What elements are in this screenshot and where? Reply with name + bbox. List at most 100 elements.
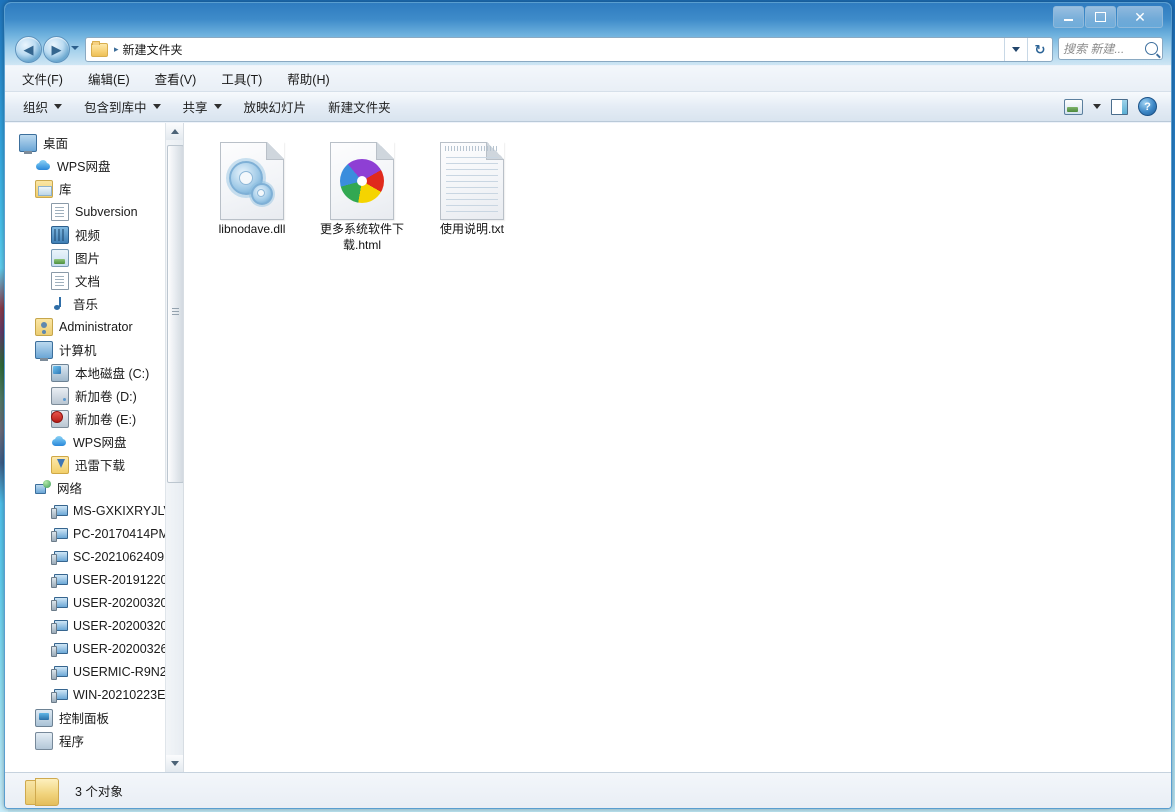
- preview-pane-icon[interactable]: [1111, 98, 1128, 115]
- computer-icon: [35, 340, 53, 361]
- sidebar-item[interactable]: 文档: [5, 269, 183, 292]
- chevron-down-icon: [54, 104, 63, 109]
- user-folder-icon: [35, 317, 53, 336]
- drive-warning-icon: [51, 409, 69, 428]
- navigation-pane-scrollbar[interactable]: [165, 123, 183, 772]
- sidebar-item-label: WPS网盘: [73, 436, 127, 450]
- sidebar-item[interactable]: 音乐: [5, 292, 183, 315]
- status-item-count: 3 个对象: [75, 785, 123, 799]
- minimize-button[interactable]: [1053, 6, 1084, 28]
- search-input[interactable]: 搜索 新建...: [1063, 40, 1145, 57]
- sidebar-item[interactable]: USER-201912201: [5, 568, 183, 591]
- sidebar-item[interactable]: USER-20200326: [5, 637, 183, 660]
- scrollbar-thumb[interactable]: [167, 145, 183, 483]
- maximize-button[interactable]: [1085, 6, 1116, 28]
- back-button[interactable]: ◀: [15, 36, 42, 63]
- scroll-up-button[interactable]: [166, 123, 183, 140]
- sidebar-item[interactable]: 库: [5, 177, 183, 200]
- document-icon: [51, 202, 69, 221]
- toolbar-new-folder-button[interactable]: 新建文件夹: [328, 97, 391, 116]
- forward-button[interactable]: ▶: [43, 36, 70, 63]
- sidebar-item[interactable]: WIN-20210223E: [5, 683, 183, 706]
- sidebar-item[interactable]: USER-20200320.: [5, 591, 183, 614]
- sidebar-item[interactable]: 桌面: [5, 131, 183, 154]
- file-name-label: 使用说明.txt: [439, 222, 504, 236]
- sidebar-item-label: USERMIC-R9N2: [73, 664, 167, 679]
- sidebar-item-label: 音乐: [73, 298, 99, 312]
- toolbar-slideshow-button[interactable]: 放映幻灯片: [244, 97, 307, 116]
- search-icon: [1145, 42, 1158, 55]
- picture-icon: [51, 248, 69, 267]
- menu-item-tools[interactable]: 工具(T): [218, 67, 265, 90]
- folder-icon: [91, 40, 108, 57]
- network-computer-icon: [51, 572, 68, 588]
- help-icon[interactable]: ?: [1138, 97, 1157, 116]
- sidebar-item[interactable]: SC-20210624091: [5, 545, 183, 568]
- sidebar-item[interactable]: Administrator: [5, 315, 183, 338]
- scroll-down-button[interactable]: [166, 755, 183, 772]
- refresh-button[interactable]: ↻: [1027, 38, 1052, 61]
- sidebar-item[interactable]: 计算机: [5, 338, 183, 361]
- cloud-icon: [51, 434, 67, 450]
- toolbar-include-in-library-button[interactable]: 包含到库中: [84, 97, 161, 116]
- sidebar-item[interactable]: 网络: [5, 476, 183, 499]
- sidebar-item[interactable]: 新加卷 (D:): [5, 384, 183, 407]
- drive-icon: [51, 386, 69, 405]
- explorer-window: ✕ ◀ ▶ ▸ 新建文件夹 ↻ 搜索 新建... 文件(F) 编辑(E) 查看(…: [4, 2, 1172, 809]
- toolbar-new-folder-label: 新建文件夹: [328, 101, 391, 115]
- thunder-download-icon: [51, 455, 69, 474]
- file-list-view[interactable]: libnodave.dll 更多系统软件下载.html 使用说明.txt: [184, 123, 1171, 772]
- status-bar: 3 个对象: [5, 772, 1171, 808]
- file-name-label: 更多系统软件下载.html: [319, 222, 404, 252]
- toolbar-share-label: 共享: [182, 101, 208, 115]
- breadcrumb[interactable]: 新建文件夹: [123, 41, 183, 58]
- sidebar-item[interactable]: USERMIC-R9N2: [5, 660, 183, 683]
- sidebar-item[interactable]: 视频: [5, 223, 183, 246]
- network-icon: [35, 479, 51, 496]
- menu-item-help[interactable]: 帮助(H): [284, 67, 332, 90]
- sidebar-item[interactable]: WPS网盘: [5, 154, 183, 177]
- chevron-down-icon[interactable]: [1093, 104, 1101, 109]
- toolbar-organize-button[interactable]: 组织: [23, 97, 63, 116]
- toolbar-slideshow-label: 放映幻灯片: [243, 101, 307, 115]
- sidebar-item[interactable]: 控制面板: [5, 706, 183, 729]
- search-box[interactable]: 搜索 新建...: [1058, 37, 1163, 60]
- desktop-monitor-icon: [19, 133, 37, 154]
- menu-item-edit[interactable]: 编辑(E): [85, 67, 133, 90]
- menu-item-file[interactable]: 文件(F): [19, 67, 66, 90]
- address-bar[interactable]: ▸ 新建文件夹 ↻: [85, 37, 1053, 62]
- sidebar-item[interactable]: 迅雷下载: [5, 453, 183, 476]
- toolbar-organize-label: 组织: [23, 101, 49, 115]
- history-dropdown-icon[interactable]: [71, 46, 79, 50]
- sidebar-item[interactable]: USER-20200320: [5, 614, 183, 637]
- system-drive-icon: [51, 363, 69, 382]
- breadcrumb-separator-icon: ▸: [114, 44, 119, 54]
- sidebar-item-label: 视频: [75, 229, 101, 243]
- sidebar-item-label: MS-GXKIXRYJLV: [73, 503, 172, 518]
- address-dropdown-button[interactable]: [1004, 38, 1027, 61]
- chevron-down-icon: [152, 104, 161, 109]
- sidebar-item[interactable]: MS-GXKIXRYJLV: [5, 499, 183, 522]
- network-computer-icon: [51, 641, 68, 657]
- video-icon: [51, 225, 69, 244]
- sidebar-item[interactable]: WPS网盘: [5, 430, 183, 453]
- sidebar-item[interactable]: 本地磁盘 (C:): [5, 361, 183, 384]
- sidebar-item[interactable]: 新加卷 (E:): [5, 407, 183, 430]
- title-bar[interactable]: ✕: [5, 3, 1171, 33]
- view-mode-icon[interactable]: [1064, 98, 1083, 115]
- sidebar-item-label: 迅雷下载: [75, 459, 126, 473]
- file-item[interactable]: libnodave.dll: [198, 137, 306, 253]
- close-button[interactable]: ✕: [1117, 6, 1163, 28]
- file-item[interactable]: 更多系统软件下载.html: [308, 137, 416, 253]
- sidebar-item[interactable]: PC-20170414PM: [5, 522, 183, 545]
- sidebar-item[interactable]: Subversion: [5, 200, 183, 223]
- sidebar-item-label: Subversion: [75, 204, 138, 219]
- sidebar-item[interactable]: 图片: [5, 246, 183, 269]
- file-item[interactable]: 使用说明.txt: [418, 137, 526, 253]
- folder-tree: 桌面 WPS网盘库 Subversion 视频 图片 文档 音乐 Administrator 计…: [5, 131, 183, 752]
- file-name-label: libnodave.dll: [218, 222, 286, 236]
- menu-bar: 文件(F) 编辑(E) 查看(V) 工具(T) 帮助(H): [5, 66, 1171, 92]
- menu-item-view[interactable]: 查看(V): [152, 67, 200, 90]
- sidebar-item[interactable]: 程序: [5, 729, 183, 752]
- toolbar-share-button[interactable]: 共享: [183, 97, 222, 116]
